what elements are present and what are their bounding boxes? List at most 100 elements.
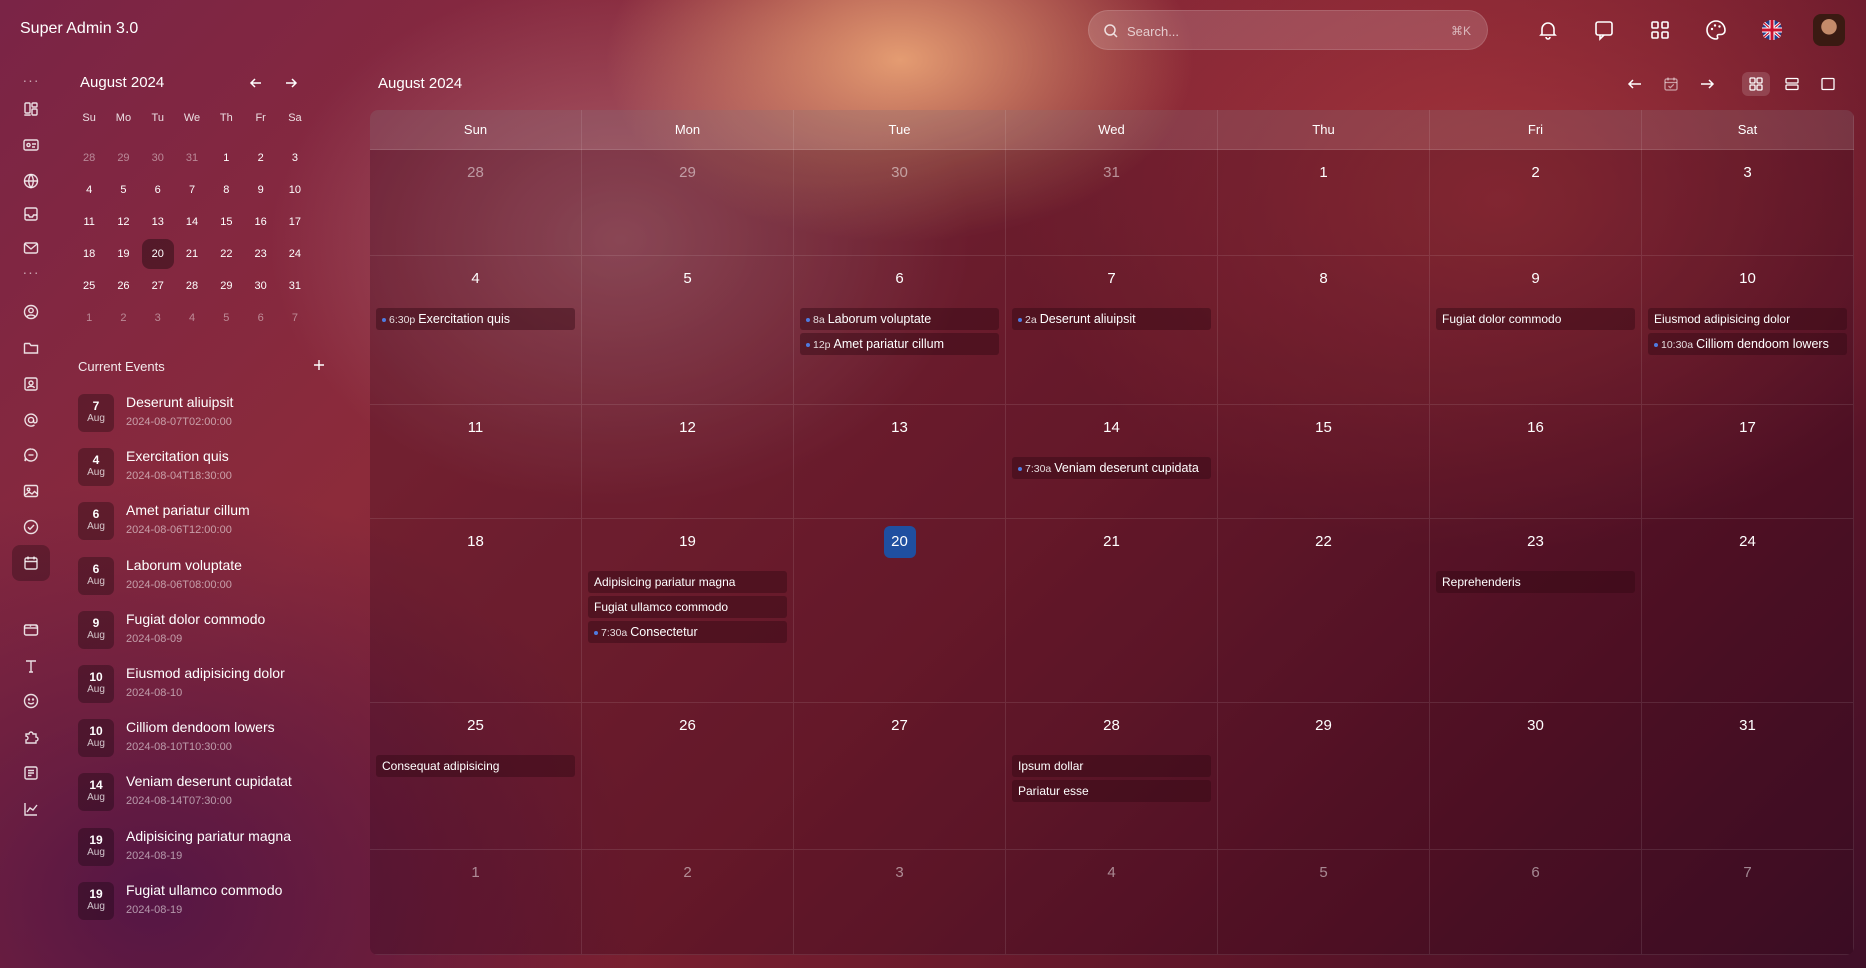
- rail-item[interactable]: [12, 330, 50, 366]
- rail-item[interactable]: [12, 402, 50, 438]
- calendar-day-cell[interactable]: 3: [794, 850, 1006, 955]
- mini-day[interactable]: 2: [243, 142, 277, 174]
- calendar-event[interactable]: Eiusmod adipisicing dolor: [1648, 308, 1847, 330]
- calendar-day-cell[interactable]: 10 Eiusmod adipisicing dolor 10:30a Cilliom…: [1642, 256, 1854, 405]
- calendar-event[interactable]: Fugiat ullamco commodo: [588, 596, 787, 618]
- today-button[interactable]: [1657, 72, 1685, 96]
- mini-day[interactable]: 29: [209, 270, 243, 302]
- current-event-item[interactable]: 19 Aug Adipisicing pariatur magna 2024-08-1…: [78, 826, 338, 870]
- calendar-day-cell[interactable]: 2: [1430, 150, 1642, 256]
- calendar-day-cell[interactable]: 18: [370, 519, 582, 703]
- calendar-event[interactable]: 2a Deserunt aliuipsit: [1012, 308, 1211, 330]
- current-event-item[interactable]: 19 Aug Fugiat ullamco commodo 2024-08-19: [78, 880, 338, 924]
- rail-item[interactable]: [12, 127, 50, 163]
- rail-item[interactable]: [12, 366, 50, 402]
- calendar-day-cell[interactable]: 29: [1218, 703, 1430, 850]
- calendar-event[interactable]: Reprehenderis: [1436, 571, 1635, 593]
- mini-day[interactable]: 25: [72, 270, 106, 302]
- mini-day[interactable]: 7: [175, 174, 209, 206]
- calendar-day-cell[interactable]: 24: [1642, 519, 1854, 703]
- mini-day[interactable]: 17: [278, 206, 312, 238]
- current-event-item[interactable]: 14 Aug Veniam deserunt cupidatat 2024-08-14…: [78, 771, 338, 815]
- rail-item[interactable]: [12, 755, 50, 791]
- calendar-day-cell[interactable]: 12: [582, 405, 794, 519]
- current-event-item[interactable]: 10 Aug Eiusmod adipisicing dolor 2024-08-10: [78, 663, 338, 707]
- calendar-day-cell[interactable]: 13: [794, 405, 1006, 519]
- calendar-event[interactable]: 6:30p Exercitation quis: [376, 308, 575, 330]
- calendar-event[interactable]: 12p Amet pariatur cillum: [800, 333, 999, 355]
- calendar-day-cell[interactable]: 19 Adipisicing pariatur magna Fugiat ullam…: [582, 519, 794, 703]
- calendar-day-cell[interactable]: 14 7:30a Veniam deserunt cupidata: [1006, 405, 1218, 519]
- calendar-event[interactable]: Adipisicing pariatur magna: [588, 571, 787, 593]
- calendar-event[interactable]: Consequat adipisicing: [376, 755, 575, 777]
- mini-day[interactable]: 6: [243, 302, 277, 334]
- calendar-day-cell[interactable]: 16: [1430, 405, 1642, 519]
- mini-day[interactable]: 21: [175, 238, 209, 270]
- mini-day[interactable]: 5: [106, 174, 140, 206]
- mini-day[interactable]: 26: [106, 270, 140, 302]
- mini-day[interactable]: 22: [209, 238, 243, 270]
- mini-day[interactable]: 30: [141, 142, 175, 174]
- bell-icon[interactable]: [1536, 18, 1560, 42]
- calendar-day-cell[interactable]: 9 Fugiat dolor commodo: [1430, 256, 1642, 405]
- calendar-day-cell[interactable]: 2: [582, 850, 794, 955]
- calendar-day-cell[interactable]: 7: [1642, 850, 1854, 955]
- mini-day[interactable]: 15: [209, 206, 243, 238]
- prev-month-button[interactable]: [1621, 72, 1649, 96]
- calendar-day-cell[interactable]: 15: [1218, 405, 1430, 519]
- mini-day[interactable]: 10: [278, 174, 312, 206]
- rail-item[interactable]: [12, 163, 50, 199]
- rail-item[interactable]: [12, 719, 50, 755]
- calendar-day-cell[interactable]: 31: [1006, 150, 1218, 256]
- calendar-event[interactable]: 7:30a Consectetur: [588, 621, 787, 643]
- rail-item[interactable]: [12, 791, 50, 827]
- calendar-day-cell[interactable]: 30: [794, 150, 1006, 256]
- calendar-day-cell[interactable]: 29: [582, 150, 794, 256]
- calendar-day-cell[interactable]: 8: [1218, 256, 1430, 405]
- calendar-day-cell[interactable]: 1: [370, 850, 582, 955]
- mini-day[interactable]: 29: [106, 142, 140, 174]
- mini-day[interactable]: 24: [278, 238, 312, 270]
- mini-day[interactable]: 5: [209, 302, 243, 334]
- calendar-day-cell[interactable]: 4: [1006, 850, 1218, 955]
- rail-item[interactable]: [12, 230, 50, 266]
- calendar-day-cell[interactable]: 5: [582, 256, 794, 405]
- mini-day[interactable]: 3: [141, 302, 175, 334]
- calendar-day-cell[interactable]: 27: [794, 703, 1006, 850]
- calendar-day-cell[interactable]: 26: [582, 703, 794, 850]
- calendar-event[interactable]: 8a Laborum voluptate: [800, 308, 999, 330]
- mini-next-arrow-icon[interactable]: [281, 74, 301, 92]
- rail-item[interactable]: [12, 683, 50, 719]
- mini-day[interactable]: 4: [175, 302, 209, 334]
- calendar-day-cell[interactable]: 30: [1430, 703, 1642, 850]
- calendar-event[interactable]: Ipsum dollar: [1012, 755, 1211, 777]
- mini-day[interactable]: 1: [72, 302, 106, 334]
- mini-day[interactable]: 1: [209, 142, 243, 174]
- mini-prev-arrow-icon[interactable]: [246, 74, 266, 92]
- calendar-day-cell[interactable]: 22: [1218, 519, 1430, 703]
- mini-day[interactable]: 28: [72, 142, 106, 174]
- rail-item[interactable]: [12, 612, 50, 648]
- mini-day[interactable]: 30: [243, 270, 277, 302]
- calendar-day-cell[interactable]: 21: [1006, 519, 1218, 703]
- search-input[interactable]: Search...: [1127, 24, 1179, 39]
- mini-day[interactable]: 20: [141, 238, 175, 270]
- uk-flag-icon[interactable]: [1760, 18, 1784, 42]
- mini-day[interactable]: 4: [72, 174, 106, 206]
- mini-day[interactable]: 18: [72, 238, 106, 270]
- rail-item[interactable]: [12, 437, 50, 473]
- chat-icon[interactable]: [1592, 18, 1616, 42]
- rail-item[interactable]: [12, 196, 50, 232]
- current-event-item[interactable]: 4 Aug Exercitation quis 2024-08-04T18:30:00: [78, 446, 338, 490]
- mini-day[interactable]: 12: [106, 206, 140, 238]
- palette-icon[interactable]: [1704, 18, 1728, 42]
- next-month-button[interactable]: [1693, 72, 1721, 96]
- calendar-day-cell[interactable]: 17: [1642, 405, 1854, 519]
- calendar-day-cell[interactable]: 23 Reprehenderis: [1430, 519, 1642, 703]
- rail-item[interactable]: [12, 648, 50, 684]
- search-box[interactable]: Search... ⌘K: [1088, 10, 1488, 50]
- calendar-day-cell[interactable]: 3: [1642, 150, 1854, 256]
- calendar-event[interactable]: 10:30a Cilliom dendoom lowers: [1648, 333, 1847, 355]
- mini-day[interactable]: 28: [175, 270, 209, 302]
- calendar-day-cell[interactable]: 5: [1218, 850, 1430, 955]
